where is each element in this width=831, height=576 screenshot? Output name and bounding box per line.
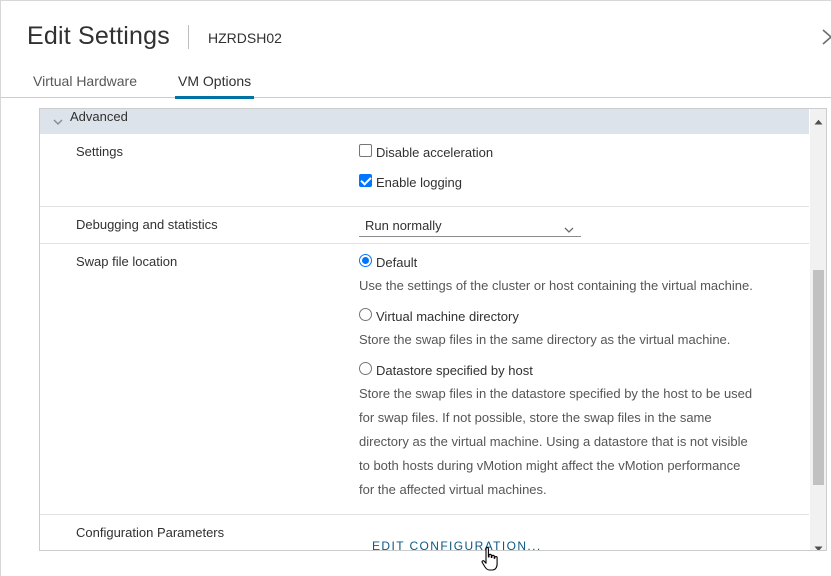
settings-label: Settings [76,144,123,159]
section-advanced-header[interactable]: Advanced [40,109,809,134]
section-advanced-title: Advanced [70,109,128,124]
row-divider [40,206,809,207]
swap-default-help: Use the settings of the cluster or host … [359,278,753,293]
dialog-header: Edit Settings HZRDSH02 [1,1,831,71]
scroll-down-arrow-icon[interactable] [814,539,823,550]
swap-default-radio[interactable] [359,254,372,267]
swap-datastore-help-line: Store the swap files in the datastore sp… [359,386,753,401]
disable-acceleration-checkbox[interactable] [359,144,372,157]
enable-logging-label[interactable]: Enable logging [376,175,462,190]
swap-vm-directory-label[interactable]: Virtual machine directory [376,309,519,324]
swap-datastore-help-line: for the affected virtual machines. [359,482,547,497]
chevron-down-icon[interactable] [53,114,63,132]
debugging-label: Debugging and statistics [76,217,218,232]
swap-file-location-label: Swap file location [76,254,178,269]
swap-datastore-label[interactable]: Datastore specified by host [376,363,533,378]
swap-vm-directory-help: Store the swap files in the same directo… [359,332,731,347]
edit-settings-dialog: Edit Settings HZRDSH02 Virtual Hardware … [0,0,831,576]
swap-datastore-help-line: directory as the virtual machine. Using … [359,434,748,449]
swap-vm-directory-radio[interactable] [359,308,372,321]
disable-acceleration-label[interactable]: Disable acceleration [376,145,493,160]
tab-bar: Virtual Hardware VM Options [1,67,831,99]
row-divider [40,514,809,515]
row-divider [40,243,809,244]
tab-vm-options[interactable]: VM Options [175,73,255,99]
scrollbar-thumb[interactable] [813,270,824,485]
swap-default-label[interactable]: Default [376,255,417,270]
enable-logging-checkbox[interactable] [359,174,372,187]
vm-options-panel: Advanced Settings Disable acceleration E… [39,108,827,551]
close-icon[interactable] [819,25,831,49]
tab-virtual-hardware[interactable]: Virtual Hardware [33,73,137,98]
swap-datastore-help-line: to both hosts during vMotion might affec… [359,458,741,473]
chevron-down-icon [564,221,574,239]
hand-pointer-icon [481,546,499,574]
debugging-select-value: Run normally [365,218,442,233]
debugging-select[interactable]: Run normally [359,213,581,237]
scroll-up-arrow-icon[interactable] [814,112,823,130]
edit-configuration-button[interactable]: EDIT CONFIGURATION... [372,539,542,550]
swap-datastore-radio[interactable] [359,362,372,375]
title-separator [188,25,189,49]
panel-scrollbar[interactable] [810,109,826,550]
configuration-parameters-label: Configuration Parameters [76,525,225,540]
vm-name: HZRDSH02 [208,30,282,46]
dialog-title: Edit Settings [27,22,170,50]
swap-datastore-help-line: for swap files. If not possible, store t… [359,410,712,425]
